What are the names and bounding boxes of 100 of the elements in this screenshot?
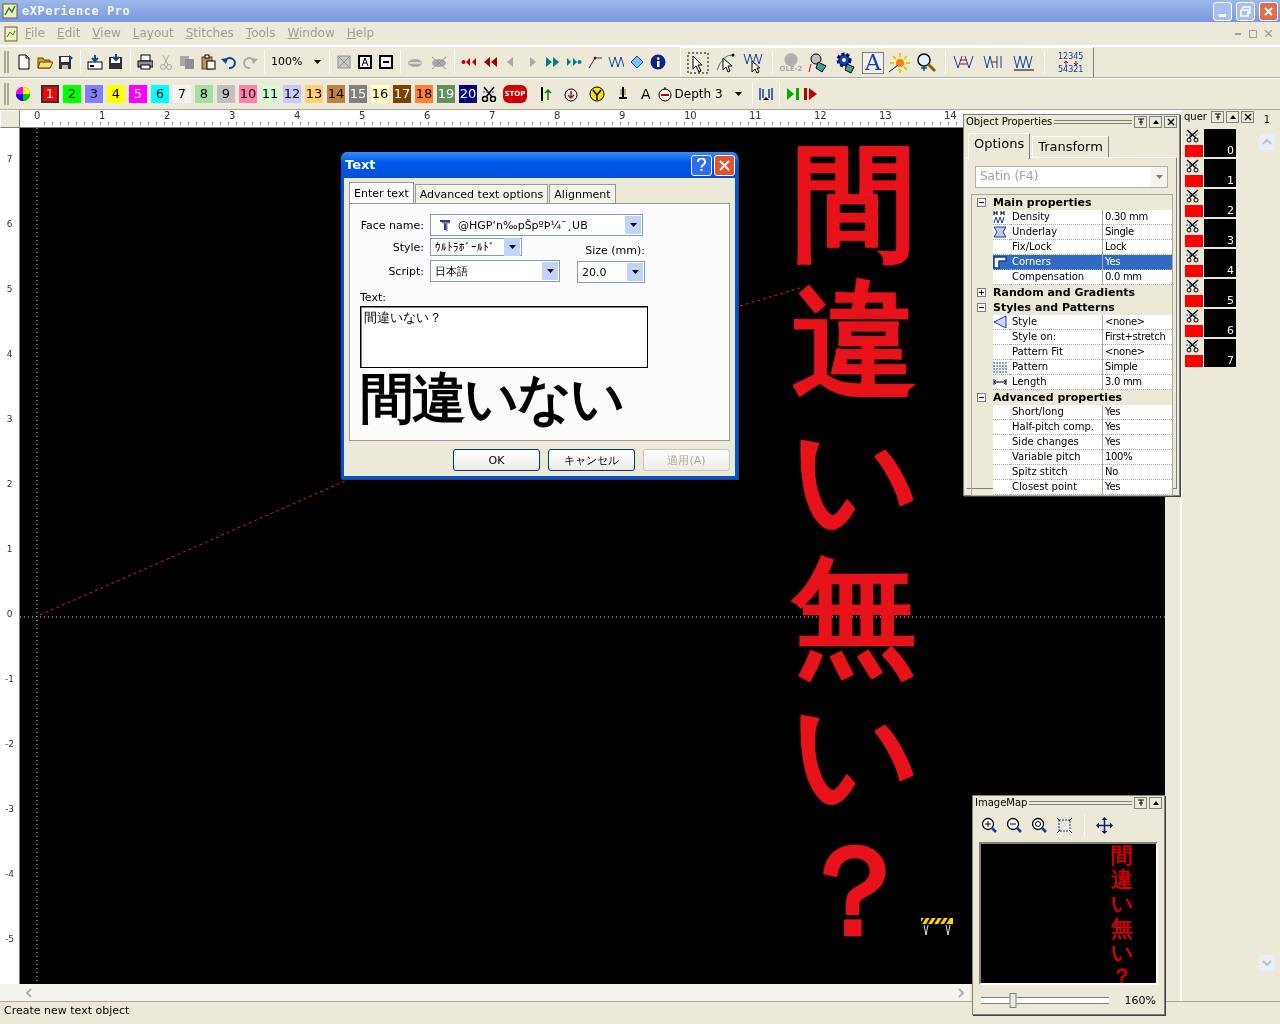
diamond-icon[interactable] [629, 54, 645, 70]
property-name[interactable]: Pattern Fit [1010, 344, 1102, 360]
color-swatch[interactable]: 14 [327, 85, 345, 103]
print-icon[interactable] [137, 54, 153, 70]
sequence-thumbnail[interactable]: 6 [1204, 309, 1236, 337]
sun-icon[interactable] [888, 51, 910, 74]
tab[interactable]: Alignment [549, 184, 616, 204]
color-swatch[interactable]: 1 [41, 85, 59, 103]
color-swatch[interactable]: 7 [173, 85, 191, 103]
pin-icon[interactable] [1213, 113, 1222, 121]
text-input[interactable]: 間違いない？ [360, 305, 648, 368]
node-arrow-icon[interactable] [715, 51, 737, 74]
property-name[interactable]: Short/long [1010, 404, 1102, 420]
property-row[interactable]: Density 0.30 mm [993, 209, 1172, 225]
property-name[interactable]: Closest point [1010, 479, 1102, 495]
property-name[interactable]: Spitz stitch [1010, 464, 1102, 480]
scissors-icon[interactable] [1185, 249, 1199, 263]
scissors-icon[interactable] [1185, 279, 1199, 293]
dialog-button[interactable]: OK [453, 449, 540, 472]
zoom-dropdown[interactable]: 100% [269, 52, 325, 72]
copy-icon[interactable] [179, 54, 195, 70]
slider-thumb[interactable] [1009, 993, 1017, 1008]
property-value[interactable]: <none> [1102, 344, 1172, 360]
tool-label[interactable]: A [862, 51, 884, 74]
color-swatch[interactable]: 4 [107, 85, 125, 103]
paste-icon[interactable] [200, 54, 216, 70]
sequence-thumbnail[interactable]: 2 [1204, 189, 1236, 217]
section-title[interactable]: Main properties [993, 195, 1092, 209]
play-icon[interactable] [802, 86, 819, 102]
zigzag-icon[interactable] [608, 54, 624, 70]
property-name[interactable]: Fix/Lock [1010, 239, 1102, 255]
color-swatch[interactable]: 2 [63, 85, 81, 103]
toolbar-grip[interactable] [4, 83, 9, 105]
property-value[interactable]: 3.0 mm [1102, 374, 1172, 390]
property-name[interactable]: Density [1010, 209, 1102, 225]
sequence-thumbnail[interactable]: 3 [1204, 219, 1236, 247]
property-name[interactable]: Style [1010, 314, 1102, 330]
color-swatch[interactable]: 19 [437, 85, 455, 103]
frame-icon[interactable] [357, 54, 373, 70]
section-title[interactable]: Advanced properties [993, 390, 1123, 404]
undo-icon[interactable] [221, 54, 237, 70]
font-tool[interactable]: A [641, 85, 651, 103]
color-swatch[interactable]: 13 [305, 85, 323, 103]
property-name[interactable]: Length [1010, 374, 1102, 390]
color-swatch[interactable]: 8 [195, 85, 213, 103]
script-dropdown[interactable]: 日本語 [430, 260, 560, 283]
color-swatch[interactable]: 18 [415, 85, 433, 103]
section-title[interactable]: Random and Gradients [993, 285, 1136, 299]
color-swatch[interactable]: 6 [151, 85, 169, 103]
color-swatch[interactable]: 12 [283, 85, 301, 103]
property-value[interactable]: 0.30 mm [1102, 209, 1172, 225]
collapse-icon[interactable] [1151, 118, 1160, 126]
property-value[interactable]: Simple [1102, 359, 1172, 375]
property-name[interactable]: Compensation [1010, 269, 1102, 285]
sequence-thumbnail[interactable]: 5 [1204, 279, 1236, 307]
close-button[interactable] [1259, 1, 1278, 21]
sequence-thumbnail[interactable]: 0 [1204, 129, 1236, 157]
scissors-icon[interactable] [1185, 339, 1199, 353]
open-folder-icon[interactable] [37, 54, 53, 70]
info-icon[interactable] [650, 54, 666, 70]
color-swatch[interactable]: 16 [371, 85, 389, 103]
expand-toggle[interactable] [977, 392, 986, 402]
color-swatch[interactable]: 17 [393, 85, 411, 103]
color-swatch[interactable]: 9 [217, 85, 235, 103]
property-value[interactable]: <none> [1102, 314, 1172, 330]
expand-toggle[interactable] [977, 287, 986, 297]
import-icon[interactable] [87, 54, 103, 70]
renumber-tool[interactable]: 12345 54321 [1058, 51, 1084, 74]
zoom-in-icon[interactable] [981, 816, 998, 834]
document-icon[interactable] [3, 25, 19, 42]
depth-icon[interactable] [656, 86, 673, 102]
property-name[interactable]: Half-pitch comp. [1010, 419, 1102, 435]
export-icon[interactable] [108, 54, 124, 70]
new-file-icon[interactable] [16, 54, 32, 70]
scissors-icon[interactable] [1185, 129, 1199, 143]
collapse-icon[interactable] [1151, 799, 1160, 807]
property-row[interactable]: Short/long Yes [993, 404, 1172, 420]
zigzag-arrow-icon[interactable] [743, 51, 765, 74]
zoom-out-icon[interactable] [1006, 816, 1023, 834]
fit-icon[interactable] [1056, 816, 1073, 834]
double-arrow-left-icon[interactable] [482, 54, 498, 70]
property-name[interactable]: Pattern [1010, 359, 1102, 375]
font-dropdown[interactable]: @HGP‘n‰pŠpºÞ¼¯¸UB [430, 214, 643, 237]
y-circle-icon[interactable] [589, 86, 605, 102]
save-icon[interactable] [58, 54, 74, 70]
property-value[interactable]: Yes [1102, 419, 1172, 435]
sequence-thumbnail[interactable]: 1 [1204, 159, 1236, 187]
property-value[interactable]: Lock [1102, 239, 1172, 255]
section-title[interactable]: Styles and Patterns [993, 300, 1115, 314]
move-icon[interactable] [1096, 816, 1113, 834]
property-value[interactable]: Yes [1102, 479, 1172, 495]
property-name[interactable]: Variable pitch [1010, 449, 1102, 465]
pin-icon[interactable] [1136, 118, 1145, 126]
property-value[interactable]: 0.0 mm [1102, 269, 1172, 285]
scissors-icon[interactable] [1185, 219, 1199, 233]
line-tool-icon[interactable] [587, 54, 603, 70]
expand-toggle[interactable] [977, 197, 986, 207]
depth-dropdown[interactable]: Depth 3 [674, 86, 747, 102]
property-row[interactable]: Style <none> [993, 314, 1172, 330]
sequence-thumbnail[interactable]: 4 [1204, 249, 1236, 277]
